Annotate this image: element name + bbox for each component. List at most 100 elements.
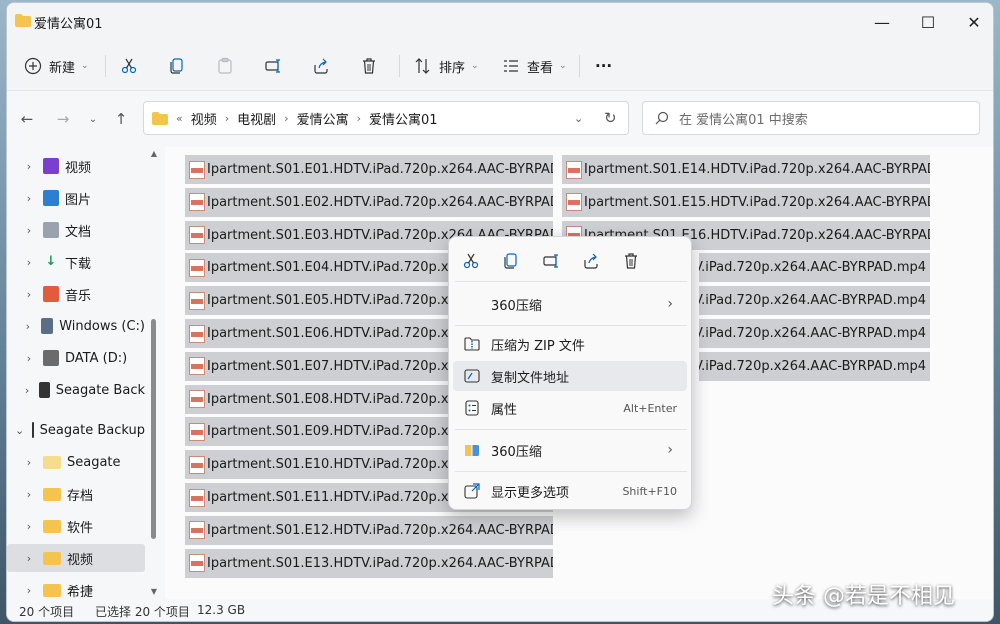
file-item[interactable]: HDTV.iPad.720p.x264.AAC-BYRPAD.mp4 (699, 319, 930, 348)
cut-button[interactable] (119, 51, 139, 81)
file-item[interactable]: HDTV.iPad.720p.x264.AAC-BYRPAD.mp4 (699, 351, 930, 381)
file-item[interactable]: Ipartment.S01.E15.HDTV.iPad.720p.x264.AA… (562, 187, 930, 217)
mp4-file-icon (189, 422, 205, 441)
folder-icon (43, 519, 61, 533)
shortcut-label: Shift+F10 (622, 484, 677, 498)
chevron-right-icon[interactable]: › (23, 584, 35, 597)
address-bar[interactable]: « 视频 › 电视剧 › 爱情公寓 › 爱情公寓01 ⌄ ↻ (143, 101, 629, 135)
view-button[interactable]: 查看 ⌄ (501, 51, 567, 81)
menu-item-360-compress[interactable]: 360压缩 › (453, 435, 687, 465)
file-item[interactable]: HDTV.iPad.720p.x264.AAC-BYRPAD.mp4 (699, 253, 930, 283)
file-item[interactable]: Ipartment.S01.E14.HDTV.iPad.720p.x264.AA… (562, 155, 930, 184)
file-item[interactable]: Ipartment.S01.E02.HDTV.iPad.720p.x264.AA… (185, 187, 553, 217)
sidebar-item[interactable]: › 图片 (7, 184, 145, 212)
scissors-icon[interactable] (459, 249, 483, 273)
minimize-button[interactable]: — (859, 3, 905, 41)
search-icon (655, 111, 669, 125)
sort-button[interactable]: 排序 ⌄ (413, 51, 479, 81)
sidebar-item-label: 存档 (67, 488, 94, 504)
context-quick-actions (449, 247, 691, 277)
breadcrumb-item[interactable]: 爱情公寓01 (369, 109, 438, 128)
sidebar-item[interactable]: › 存档 (7, 480, 145, 508)
chevron-right-icon[interactable]: › (23, 160, 35, 173)
mp4-file-icon (566, 193, 582, 212)
sidebar-item[interactable]: › Windows (C:) (7, 312, 145, 340)
mp4-file-icon (189, 324, 205, 343)
sidebar-item[interactable]: › Seagate Back (7, 376, 145, 404)
overflow-chevron[interactable]: « (176, 112, 183, 125)
chevron-right-icon[interactable]: › (23, 192, 35, 205)
scroll-up-icon[interactable]: ▲ (149, 149, 159, 158)
breadcrumb-item[interactable]: 爱情公寓 (297, 109, 349, 128)
scroll-thumb[interactable] (151, 319, 156, 539)
file-item[interactable]: Ipartment.S01.E12.HDTV.iPad.720p.x264.AA… (185, 515, 553, 545)
pictures-icon (43, 190, 59, 206)
search-box[interactable]: 在 爱情公寓01 中搜索 (642, 101, 980, 135)
sidebar-item[interactable]: › Seagate (7, 448, 145, 476)
rename-button[interactable] (263, 51, 283, 81)
delete-button[interactable] (359, 51, 379, 81)
new-button[interactable]: 新建 ⌄ (23, 51, 89, 81)
menu-item-properties[interactable]: 属性 Alt+Enter (453, 393, 687, 423)
up-arrow-icon[interactable]: ↑ (109, 107, 133, 131)
share-icon[interactable] (579, 249, 603, 273)
chevron-right-icon[interactable]: › (23, 488, 35, 501)
copy-icon[interactable] (499, 249, 523, 273)
mp4-file-icon (566, 160, 582, 179)
sidebar-item[interactable]: › 视频 (7, 152, 145, 180)
chevron-right-icon[interactable]: › (23, 256, 35, 269)
forward-arrow-icon[interactable]: → (51, 107, 75, 131)
close-button[interactable]: ✕ (951, 3, 993, 41)
chevron-right-icon[interactable]: › (23, 384, 31, 397)
back-arrow-icon[interactable]: ← (15, 107, 39, 131)
scroll-down-icon[interactable]: ▼ (149, 587, 159, 596)
folder-icon (43, 551, 61, 565)
sort-icon (413, 56, 433, 76)
view-label: 查看 (527, 60, 554, 76)
breadcrumb-item[interactable]: 视频 (191, 109, 217, 128)
sidebar-item[interactable]: › 音乐 (7, 280, 145, 308)
chevron-right-icon[interactable]: › (23, 224, 35, 237)
breadcrumb-separator-icon[interactable]: › (225, 112, 229, 125)
address-dropdown-icon[interactable]: ⌄ (574, 112, 583, 125)
chevron-right-icon[interactable]: › (23, 352, 35, 365)
maximize-button[interactable]: ☐ (905, 3, 951, 41)
rename-icon[interactable] (539, 249, 563, 273)
menu-item-360-compress[interactable]: 360压缩 › (453, 289, 687, 319)
sidebar-item[interactable]: ⌄ Seagate Backup (7, 416, 145, 444)
chevron-right-icon[interactable]: › (23, 552, 35, 565)
sidebar-item[interactable]: › DATA (D:) (7, 344, 145, 372)
mp4-file-icon (189, 258, 205, 277)
more-options-button[interactable]: ··· (595, 51, 612, 81)
file-item[interactable]: Ipartment.S01.E13.HDTV.iPad.720p.x264.AA… (185, 548, 553, 578)
sidebar-item[interactable]: › ↓ 下载 (7, 248, 145, 276)
sidebar-item[interactable]: › 视频 (7, 544, 145, 572)
file-name: HDTV.iPad.720p.x264.AAC-BYRPAD.mp4 (699, 293, 926, 309)
chevron-right-icon[interactable]: › (23, 320, 33, 333)
file-item[interactable]: HDTV.iPad.720p.x264.AAC-BYRPAD.mp4 (699, 286, 930, 316)
menu-item-label: 复制文件地址 (491, 370, 570, 386)
watermark-text: 头条 @若是不相见 (772, 584, 955, 609)
menu-item-show-more-options[interactable]: 显示更多选项 Shift+F10 (453, 476, 687, 506)
chevron-right-icon[interactable]: › (23, 520, 35, 533)
trash-icon[interactable] (619, 249, 643, 273)
chevron-right-icon[interactable]: › (23, 456, 35, 469)
copy-button[interactable] (167, 51, 187, 81)
menu-item-copy-path[interactable]: 复制文件地址 (453, 361, 687, 391)
file-name: HDTV.iPad.720p.x264.AAC-BYRPAD.mp4 (699, 358, 926, 374)
menu-item-compress-zip[interactable]: 压缩为 ZIP 文件 (453, 329, 687, 359)
breadcrumb-separator-icon[interactable]: › (284, 112, 288, 125)
chevron-right-icon[interactable]: › (23, 288, 35, 301)
file-item[interactable]: Ipartment.S01.E01.HDTV.iPad.720p.x264.AA… (185, 155, 553, 184)
recent-locations-chevron-icon[interactable]: ⌄ (81, 107, 105, 131)
breadcrumb-separator-icon[interactable]: › (357, 112, 361, 125)
sidebar-item[interactable]: › 软件 (7, 512, 145, 540)
chevron-down-icon[interactable]: ⌄ (15, 424, 24, 437)
refresh-icon[interactable]: ↻ (604, 109, 617, 127)
breadcrumb-item[interactable]: 电视剧 (237, 109, 276, 128)
share-button[interactable] (311, 51, 331, 81)
sidebar-item[interactable]: › 文档 (7, 216, 145, 244)
paste-button[interactable] (215, 51, 235, 81)
mp4-file-icon (189, 160, 205, 179)
navigation-scrollbar[interactable]: ▲ ▼ (149, 149, 159, 599)
